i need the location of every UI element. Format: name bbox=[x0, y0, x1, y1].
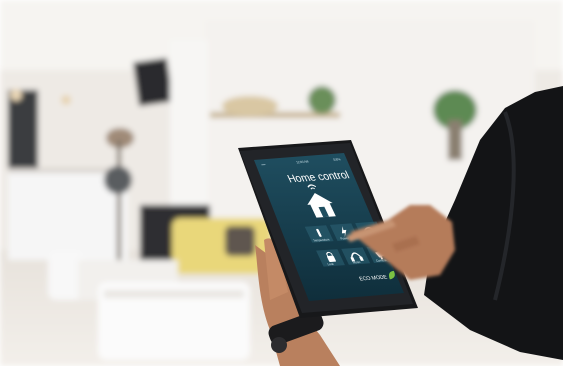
photo-scene: •••• 12:00 AM 100% Home control Temperat… bbox=[0, 0, 563, 366]
